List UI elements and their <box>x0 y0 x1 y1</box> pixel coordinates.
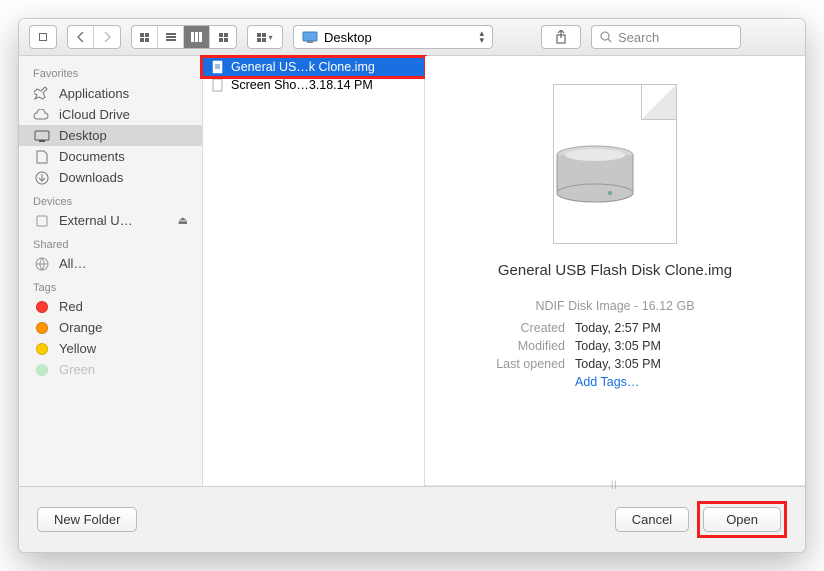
sidebar-head-favorites: Favorites <box>19 60 202 82</box>
sidebar-item-desktop[interactable]: Desktop <box>19 125 202 146</box>
resize-handle[interactable]: || <box>611 479 619 489</box>
search-placeholder: Search <box>618 30 659 45</box>
forward-button[interactable] <box>94 26 120 48</box>
preview-typeinfo: NDIF Disk Image - 16.12 GB <box>465 299 765 313</box>
file-icon <box>211 60 225 74</box>
sidebar-item-all[interactable]: All… <box>19 253 202 274</box>
sidebar-item-downloads[interactable]: Downloads <box>19 167 202 188</box>
hdd-icon <box>554 145 636 207</box>
sidebar-item-external[interactable]: External U…⏏ <box>19 210 202 231</box>
disk-icon <box>33 214 51 228</box>
path-label: Desktop <box>324 30 372 45</box>
sidebar-item-documents[interactable]: Documents <box>19 146 202 167</box>
open-button[interactable]: Open <box>703 507 781 532</box>
add-tags-link[interactable]: Add Tags… <box>575 375 765 389</box>
sidebar-toggle-group[interactable] <box>29 25 57 49</box>
back-button[interactable] <box>68 26 94 48</box>
sidebar-head-tags: Tags <box>19 274 202 296</box>
share-button[interactable] <box>541 25 581 49</box>
cancel-button[interactable]: Cancel <box>615 507 689 532</box>
column-view-button[interactable] <box>184 26 210 48</box>
toolbar: ▾ Desktop ▴▾ Search <box>19 19 805 56</box>
file-item-selected[interactable]: General US…k Clone.img <box>203 58 424 76</box>
bottom-bar: New Folder Cancel Open <box>19 486 805 552</box>
search-icon <box>600 31 612 43</box>
preview-pane: General USB Flash Disk Clone.img NDIF Di… <box>425 56 805 486</box>
desktop-icon <box>33 130 51 142</box>
preview-filename: General USB Flash Disk Clone.img <box>498 262 732 279</box>
coverflow-view-button[interactable] <box>210 26 236 48</box>
sidebar: Favorites Applications iCloud Drive Desk… <box>19 56 203 486</box>
doc-icon <box>33 150 51 164</box>
path-dropdown[interactable]: Desktop ▴▾ <box>293 25 493 49</box>
sidebar-item-icloud[interactable]: iCloud Drive <box>19 104 202 125</box>
sidebar-tag-green[interactable]: Green <box>19 359 202 380</box>
tag-dot-green <box>36 364 48 376</box>
preview-file-icon <box>553 84 677 244</box>
cloud-icon <box>33 109 51 121</box>
file-item[interactable]: Screen Sho…3.18.14 PM <box>203 76 424 94</box>
list-view-button[interactable] <box>158 26 184 48</box>
desktop-icon <box>302 31 318 43</box>
arrange-button[interactable]: ▾ <box>247 25 283 49</box>
sidebar-tag-red[interactable]: Red <box>19 296 202 317</box>
search-input[interactable]: Search <box>591 25 741 49</box>
view-mode-group[interactable] <box>131 25 237 49</box>
sidebar-tag-yellow[interactable]: Yellow <box>19 338 202 359</box>
nav-group[interactable] <box>67 25 121 49</box>
sidebar-item-applications[interactable]: Applications <box>19 82 202 104</box>
open-dialog: ▾ Desktop ▴▾ Search Favorites Applicatio… <box>18 18 806 553</box>
tag-dot-yellow <box>36 343 48 355</box>
open-highlight: Open <box>697 501 787 538</box>
updown-icon: ▴▾ <box>479 30 484 44</box>
sidebar-tag-orange[interactable]: Orange <box>19 317 202 338</box>
down-icon <box>33 171 51 185</box>
preview-metadata: NDIF Disk Image - 16.12 GB CreatedToday,… <box>465 299 765 389</box>
tag-dot-orange <box>36 322 48 334</box>
globe-icon <box>33 257 51 271</box>
apps-icon <box>33 85 51 101</box>
file-list: General US…k Clone.img Screen Sho…3.18.1… <box>203 56 425 486</box>
eject-icon[interactable]: ⏏ <box>178 214 188 227</box>
file-icon <box>211 78 225 92</box>
new-folder-button[interactable]: New Folder <box>37 507 137 532</box>
sidebar-head-devices: Devices <box>19 188 202 210</box>
content-area: Favorites Applications iCloud Drive Desk… <box>19 56 805 486</box>
sidebar-head-shared: Shared <box>19 231 202 253</box>
share-icon <box>555 30 567 44</box>
tag-dot-red <box>36 301 48 313</box>
icon-view-button[interactable] <box>132 26 158 48</box>
